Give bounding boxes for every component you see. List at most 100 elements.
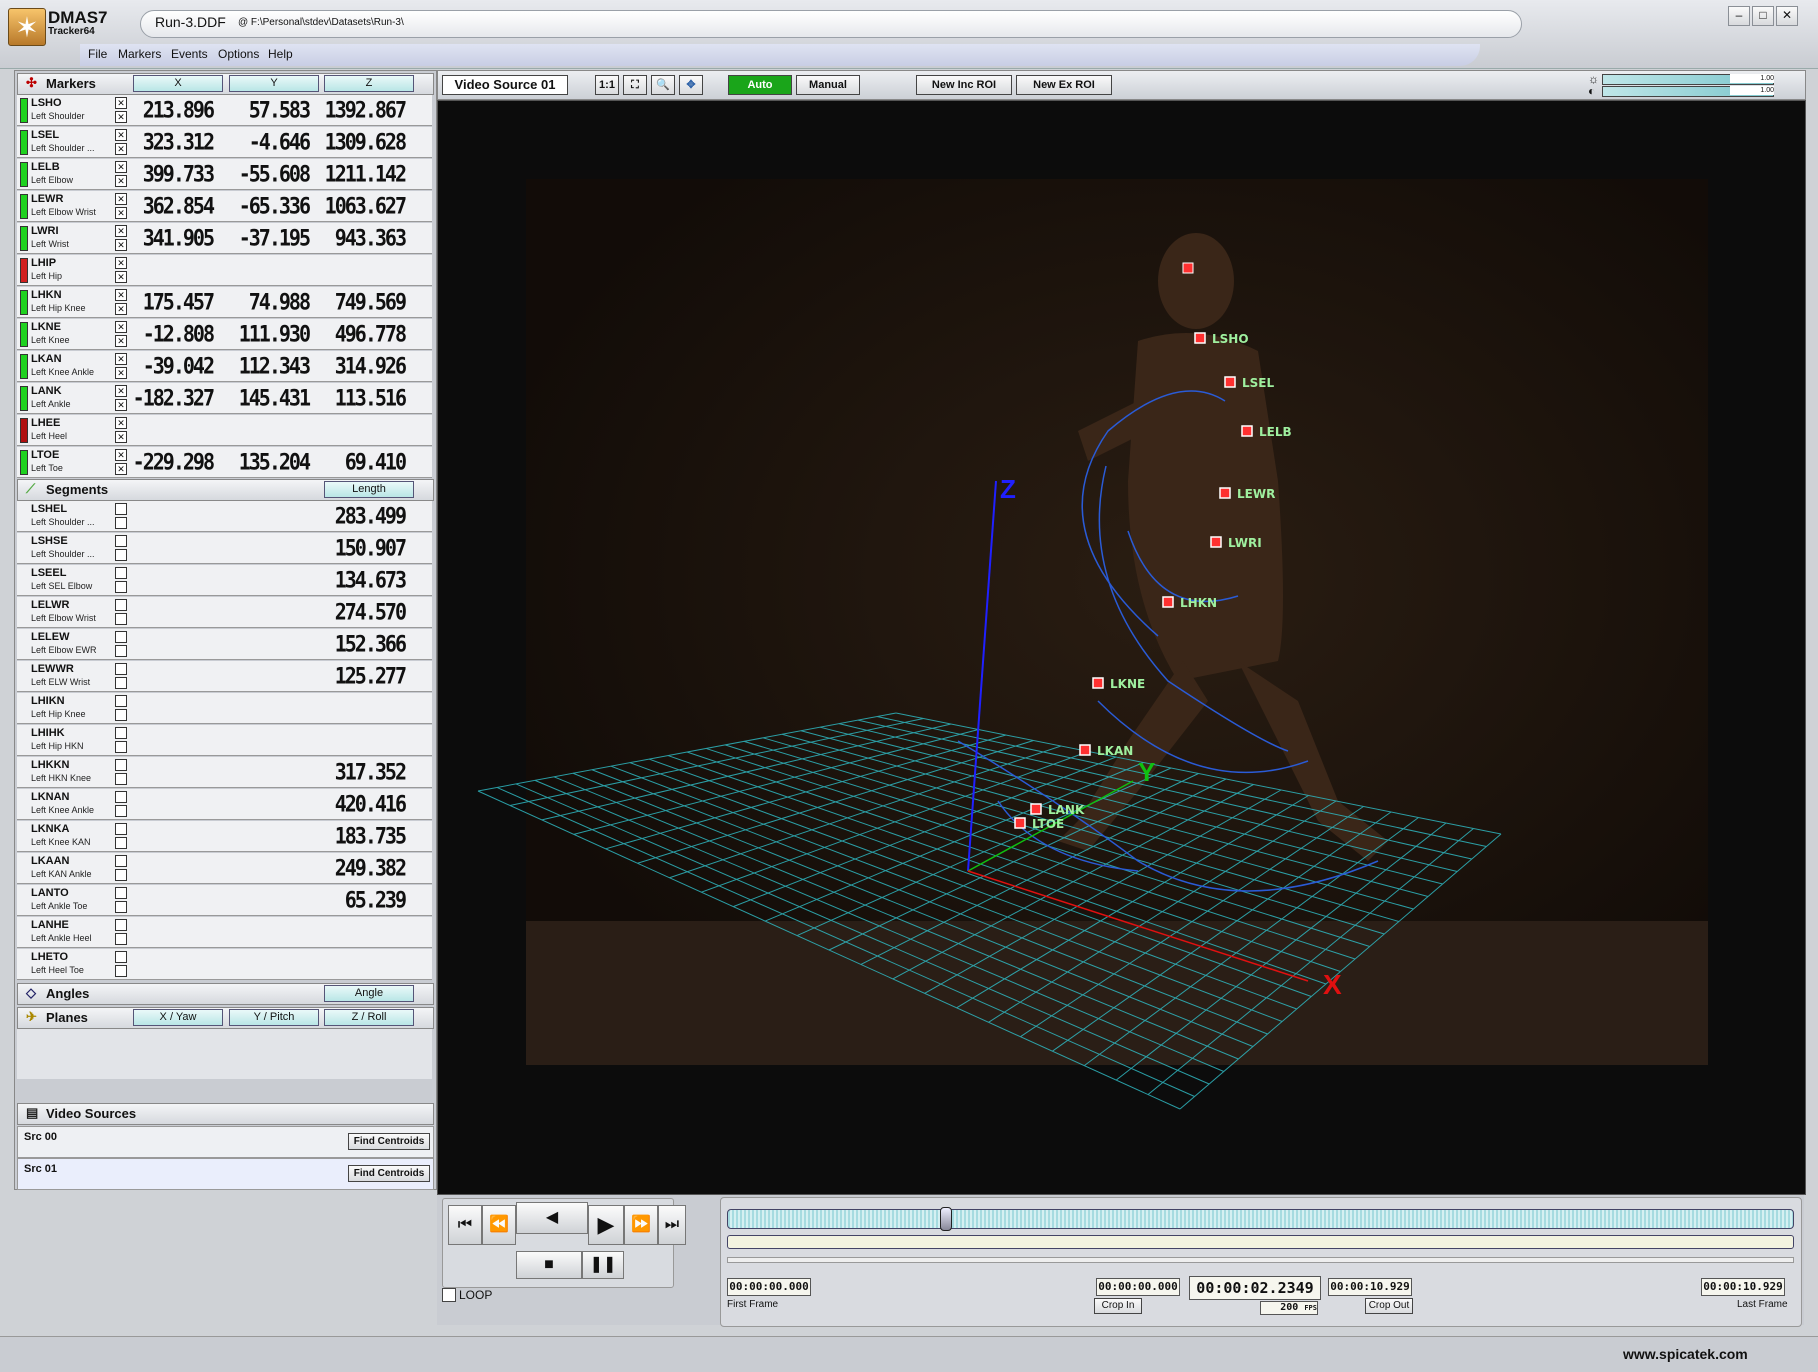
fast-forward-icon[interactable]: ⏩ [624,1205,658,1245]
segment-visible-checkbox[interactable] [115,663,127,675]
video-source-row[interactable]: Src 00 Find Centroids [17,1126,434,1158]
segment-visible-checkbox[interactable] [115,535,127,547]
marker-row[interactable]: LKAN Left Knee Ankle ✕ ✕ -39.042 112.343 31… [17,351,432,382]
auto-button[interactable]: Auto [728,75,792,95]
stop-icon[interactable]: ■ [516,1251,582,1279]
pan-icon[interactable]: ✥ [679,75,703,95]
marker-row[interactable]: LHEE Left Heel ✕ ✕ [17,415,432,446]
column-roll[interactable]: Z / Roll [324,1009,414,1026]
new-inc-roi-button[interactable]: New Inc ROI [916,75,1012,95]
video-viewport[interactable]: X Y Z LSHO LSEL LELB LEWR LWRI LHKN LKNE LKAN LA… [437,100,1806,1195]
segment-track-checkbox[interactable] [115,805,127,817]
column-pitch[interactable]: Y / Pitch [229,1009,319,1026]
marker-point[interactable] [1241,425,1253,437]
segment-track-checkbox[interactable] [115,581,127,593]
segment-visible-checkbox[interactable] [115,919,127,931]
segment-track-checkbox[interactable] [115,901,127,913]
marker-row[interactable]: LHIP Left Hip ✕ ✕ [17,255,432,286]
segment-row[interactable]: LANTO Left Ankle Toe 65.239 [17,885,432,916]
segment-row[interactable]: LSHSE Left Shoulder ... 150.907 [17,533,432,564]
segment-row[interactable]: LHKKN Left HKN Knee 317.352 [17,757,432,788]
pause-icon[interactable]: ❚❚ [582,1251,624,1279]
segment-track-checkbox[interactable] [115,933,127,945]
segment-visible-checkbox[interactable] [115,599,127,611]
marker-point[interactable] [1224,376,1236,388]
marker-row[interactable]: LWRI Left Wrist ✕ ✕ 341.905 -37.195 943.363 [17,223,432,254]
marker-point[interactable] [1014,817,1026,829]
crop-in-button[interactable]: Crop In [1094,1298,1142,1314]
segment-row[interactable]: LHETO Left Heel Toe [17,949,432,980]
loop-checkbox[interactable] [442,1288,456,1302]
segment-visible-checkbox[interactable] [115,631,127,643]
segment-row[interactable]: LEWWR Left ELW Wrist 125.277 [17,661,432,692]
segment-visible-checkbox[interactable] [115,823,127,835]
menu-events[interactable]: Events [171,47,208,61]
video-source-row[interactable]: Src 01 Find Centroids [17,1158,434,1190]
first-frame-icon[interactable]: ⏮ [448,1205,482,1245]
segment-row[interactable]: LANHE Left Ankle Heel [17,917,432,948]
column-y[interactable]: Y [229,75,319,92]
column-angle[interactable]: Angle [324,985,414,1002]
marker-row[interactable]: LELB Left Elbow ✕ ✕ 399.733 -55.608 1211.14… [17,159,432,190]
marker-point[interactable] [1219,487,1231,499]
segment-visible-checkbox[interactable] [115,567,127,579]
segment-visible-checkbox[interactable] [115,951,127,963]
column-z[interactable]: Z [324,75,414,92]
segment-row[interactable]: LSHEL Left Shoulder ... 283.499 [17,501,432,532]
marker-point[interactable] [1079,744,1091,756]
menu-help[interactable]: Help [268,47,293,61]
segment-row[interactable]: LKAAN Left KAN Ankle 249.382 [17,853,432,884]
marker-row[interactable]: LSEL Left Shoulder ... ✕ ✕ 323.312 -4.646 1… [17,127,432,158]
menu-file[interactable]: File [88,47,107,61]
segment-row[interactable]: LELEW Left Elbow EWR 152.366 [17,629,432,660]
fit-view-icon[interactable]: ⛶ [623,75,647,95]
website-link[interactable]: www.spicatek.com [1623,1346,1748,1362]
marker-track-checkbox[interactable]: ✕ [115,431,127,443]
timeline-thumb[interactable] [939,1207,952,1231]
menu-markers[interactable]: Markers [118,47,161,61]
segment-visible-checkbox[interactable] [115,791,127,803]
marker-row[interactable]: LKNE Left Knee ✕ ✕ -12.808 111.930 496.778 [17,319,432,350]
segment-row[interactable]: LSEEL Left SEL Elbow 134.673 [17,565,432,596]
segment-track-checkbox[interactable] [115,741,127,753]
maximize-button[interactable]: □ [1752,6,1774,26]
find-centroids-button[interactable]: Find Centroids [348,1165,430,1182]
segment-row[interactable]: LELWR Left Elbow Wrist 274.570 [17,597,432,628]
close-button[interactable]: ✕ [1776,6,1798,26]
column-length[interactable]: Length [324,481,414,498]
marker-row[interactable]: LTOE Left Toe ✕ ✕ -229.298 135.204 69.410 [17,447,432,478]
segment-visible-checkbox[interactable] [115,695,127,707]
marker-point[interactable] [1030,803,1042,815]
last-frame-icon[interactable]: ⏭ [658,1205,686,1245]
segment-visible-checkbox[interactable] [115,503,127,515]
timeline-scrubber[interactable] [727,1209,1794,1229]
marker-point[interactable] [1210,536,1222,548]
marker-point[interactable] [1182,262,1194,274]
play-icon[interactable]: ▶ [588,1205,624,1245]
segment-track-checkbox[interactable] [115,677,127,689]
column-x[interactable]: X [133,75,223,92]
segment-track-checkbox[interactable] [115,517,127,529]
minimize-button[interactable]: – [1728,6,1750,26]
crop-out-button[interactable]: Crop Out [1365,1298,1413,1314]
segment-track-checkbox[interactable] [115,549,127,561]
marker-point[interactable] [1162,596,1174,608]
video-source-select[interactable]: Video Source 01 [442,75,568,95]
segment-row[interactable]: LKNAN Left Knee Ankle 420.416 [17,789,432,820]
segment-visible-checkbox[interactable] [115,887,127,899]
marker-row[interactable]: LSHO Left Shoulder ✕ ✕ 213.896 57.583 1392.… [17,95,432,126]
segment-visible-checkbox[interactable] [115,855,127,867]
marker-row[interactable]: LHKN Left Hip Knee ✕ ✕ 175.457 74.988 749.5… [17,287,432,318]
marker-point[interactable] [1194,332,1206,344]
marker-row[interactable]: LEWR Left Elbow Wrist ✕ ✕ 362.854 -65.336 1… [17,191,432,222]
segment-visible-checkbox[interactable] [115,727,127,739]
segment-row[interactable]: LHIHK Left Hip HKN [17,725,432,756]
marker-row[interactable]: LANK Left Ankle ✕ ✕ -182.327 145.431 113.51… [17,383,432,414]
rewind-icon[interactable]: ⏪ [482,1205,516,1245]
menu-options[interactable]: Options [218,47,259,61]
segment-track-checkbox[interactable] [115,965,127,977]
segment-row[interactable]: LHIKN Left Hip Knee [17,693,432,724]
segment-track-checkbox[interactable] [115,709,127,721]
segment-track-checkbox[interactable] [115,645,127,657]
crop-range-bar[interactable] [727,1235,1794,1249]
